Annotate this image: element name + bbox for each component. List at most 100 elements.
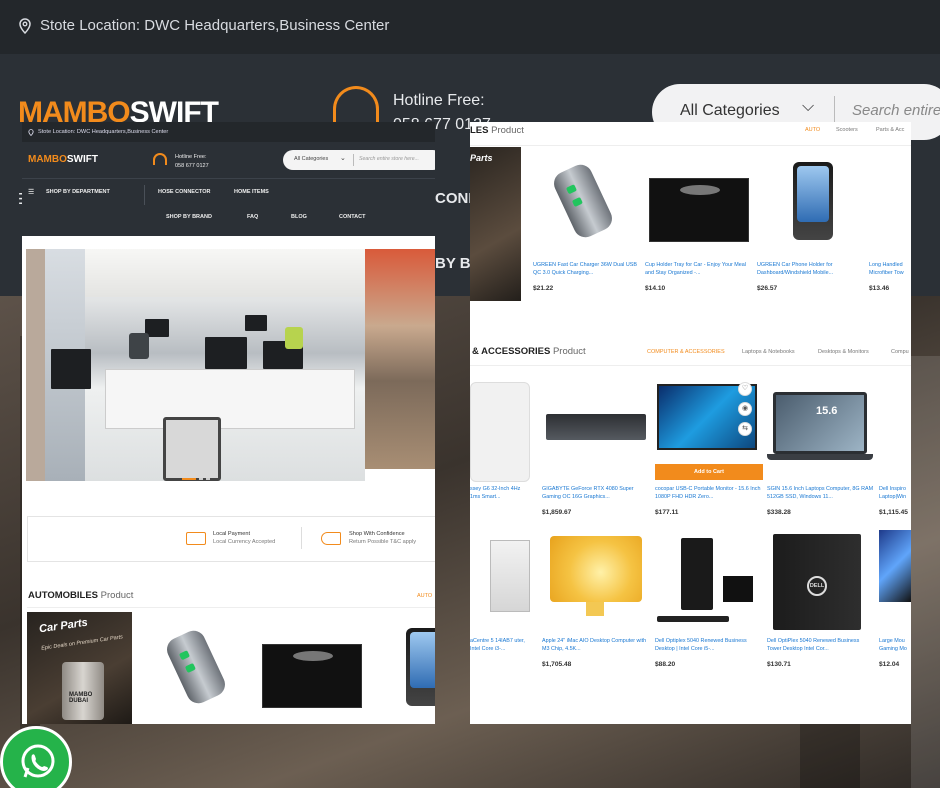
- background-category-select[interactable]: All Categories: [680, 102, 780, 120]
- product-card[interactable]: ♡ ◉ ⇆ Add to Cart cocopar USB-C Portable…: [655, 378, 763, 516]
- automobiles-section-header: LES Product AUTO Scooters Parts & Acc: [470, 122, 911, 146]
- nav-home-items[interactable]: HOME ITEMS: [234, 189, 269, 195]
- product-price: $338.28: [767, 509, 791, 516]
- nav-divider: [144, 185, 145, 205]
- laptop-screen-label: 15.6: [816, 405, 838, 417]
- nav-blog[interactable]: BLOG: [291, 214, 307, 220]
- tab-computer-accessories[interactable]: COMPUTER & ACCESSORIES: [647, 349, 725, 355]
- product-card[interactable]: ssey G6 32-Inch 4Hz 1ms Smart...: [470, 378, 530, 502]
- product-name[interactable]: ssey G6 32-Inch 4Hz 1ms Smart...: [470, 486, 530, 502]
- tab-parts[interactable]: Parts & Acc: [876, 127, 904, 133]
- slider-dot[interactable]: [182, 478, 196, 480]
- tab-scooters[interactable]: Scooters: [836, 127, 858, 133]
- product-name[interactable]: cocopar USB-C Portable Monitor - 15.6 In…: [655, 486, 763, 502]
- product-card[interactable]: DELL Dell OptiPlex 5040 Renewed Business…: [767, 530, 875, 668]
- smart-monitor-image: [470, 382, 530, 482]
- background-search-input[interactable]: Search entire: [852, 102, 940, 119]
- search-input[interactable]: Search entire store here...: [359, 156, 419, 162]
- product-name[interactable]: aCentre 5 14IAB7 uter, Intel Core i3-...: [470, 638, 530, 654]
- product-name[interactable]: Dell Inspiro Laptop|Win: [879, 486, 911, 502]
- product-image[interactable]: DELL: [767, 530, 875, 632]
- category-select[interactable]: All Categories: [294, 156, 328, 162]
- car-parts-banner[interactable]: Parts: [470, 147, 521, 301]
- nav-faq[interactable]: FAQ: [247, 214, 258, 220]
- tab-computer[interactable]: Compu: [891, 349, 909, 355]
- compare-icon[interactable]: ⇆: [738, 422, 752, 436]
- search-bar[interactable]: All Categories ⌄ Search entire store her…: [283, 150, 435, 170]
- product-image[interactable]: [879, 530, 911, 632]
- product-image[interactable]: [869, 154, 911, 256]
- product-price: $1,115.45: [879, 509, 908, 516]
- tab-desktops[interactable]: Desktops & Monitors: [818, 349, 869, 355]
- logo[interactable]: MAMBOSWIFT: [28, 154, 98, 165]
- office-slide-image: [45, 249, 365, 481]
- product-card[interactable]: [370, 620, 435, 722]
- product-image[interactable]: [879, 378, 911, 480]
- product-card[interactable]: aCentre 5 14IAB7 uter, Intel Core i3-...: [470, 530, 530, 654]
- product-image[interactable]: [655, 530, 763, 632]
- nav-contact[interactable]: CONTACT: [339, 214, 365, 220]
- product-image[interactable]: [370, 620, 435, 722]
- product-name[interactable]: UGREEN Car Phone Holder for Dashboard/Wi…: [757, 262, 865, 278]
- heart-icon[interactable]: ♡: [738, 382, 752, 396]
- product-name[interactable]: GIGABYTE GeForce RTX 4080 Super Gaming O…: [542, 486, 650, 502]
- product-image[interactable]: [470, 378, 530, 482]
- menu-icon[interactable]: ☰: [28, 188, 34, 196]
- slider-dot[interactable]: [199, 478, 203, 480]
- product-name[interactable]: SGIN 15.6 Inch Laptops Computer, 8G RAM …: [767, 486, 875, 502]
- product-card[interactable]: [146, 620, 254, 722]
- product-name[interactable]: Apple 24" iMac AIO Desktop Computer with…: [542, 638, 650, 654]
- product-image[interactable]: ♡ ◉ ⇆ Add to Cart: [655, 378, 763, 480]
- product-name[interactable]: UGREEN Fast Car Charger 36W Dual USB QC …: [533, 262, 641, 278]
- product-name[interactable]: Dell Optiplex 5040 Renewed Business Desk…: [655, 638, 763, 654]
- background-hotline-label: Hotline Free:: [393, 92, 485, 109]
- nav-shop-by-department[interactable]: SHOP BY DEPARTMENT: [46, 189, 110, 195]
- handshake-icon: [321, 532, 341, 545]
- hero-slider[interactable]: [22, 236, 435, 502]
- product-card[interactable]: 15.6 SGIN 15.6 Inch Laptops Computer, 8G…: [767, 378, 875, 516]
- product-card[interactable]: UGREEN Fast Car Charger 36W Dual USB QC …: [533, 154, 641, 292]
- product-price: $88.20: [655, 661, 676, 668]
- add-to-cart-button[interactable]: Add to Cart: [655, 464, 763, 480]
- car-parts-banner[interactable]: Car Parts Epic Deals on Premium Car Part…: [27, 612, 132, 724]
- eye-icon[interactable]: ◉: [738, 402, 752, 416]
- monitor-image: [723, 576, 753, 602]
- automobiles-heading: AUTOMOBILES Product: [28, 590, 133, 601]
- product-card[interactable]: Dell Optiplex 5040 Renewed Business Desk…: [655, 530, 763, 668]
- product-card[interactable]: UGREEN Car Phone Holder for Dashboard/Wi…: [757, 154, 865, 292]
- slider-dots[interactable]: [182, 478, 210, 480]
- product-card[interactable]: Apple 24" iMac AIO Desktop Computer with…: [542, 530, 650, 668]
- tab-auto[interactable]: AUTO: [805, 127, 820, 133]
- whatsapp-button[interactable]: [0, 726, 72, 788]
- product-card[interactable]: Cup Holder Tray for Car - Enjoy Your Mea…: [645, 154, 753, 292]
- product-image[interactable]: [146, 620, 254, 722]
- product-name[interactable]: Long Handled Microfiber Tow: [869, 262, 911, 278]
- tab-laptops[interactable]: Laptops & Notebooks: [742, 349, 795, 355]
- product-image[interactable]: [645, 154, 753, 256]
- office-ceiling: [45, 249, 365, 297]
- product-image[interactable]: [542, 530, 650, 632]
- product-card[interactable]: Long Handled Microfiber Tow $13.46: [869, 154, 911, 292]
- product-name[interactable]: Large Mou Gaming Mo: [879, 638, 911, 654]
- office-desk: [105, 369, 355, 429]
- product-name[interactable]: Dell OptiPlex 5040 Renewed Business Towe…: [767, 638, 875, 654]
- nav-shop-by-brand[interactable]: SHOP BY BRAND: [166, 214, 212, 220]
- product-image[interactable]: [757, 154, 865, 256]
- nav-hose-connector[interactable]: HOSE CONNECTOR: [158, 189, 210, 195]
- product-price: $12.04: [879, 661, 900, 668]
- heading-rest: Product: [552, 346, 586, 357]
- product-image[interactable]: [533, 154, 641, 256]
- product-image[interactable]: [470, 530, 530, 632]
- product-image[interactable]: 15.6: [767, 378, 875, 480]
- product-card[interactable]: [258, 620, 366, 722]
- product-image[interactable]: [542, 378, 650, 480]
- product-card[interactable]: Large Mou Gaming Mo $12.04: [879, 530, 911, 668]
- tab-auto[interactable]: AUTO: [417, 593, 432, 599]
- features-bar: Local Payment Local Currency Accepted Sh…: [27, 516, 435, 562]
- product-card[interactable]: Dell Inspiro Laptop|Win $1,115.45: [879, 378, 911, 516]
- product-image[interactable]: [258, 620, 366, 722]
- product-card[interactable]: GIGABYTE GeForce RTX 4080 Super Gaming O…: [542, 378, 650, 516]
- slider-dot[interactable]: [206, 478, 210, 480]
- product-name[interactable]: Cup Holder Tray for Car - Enjoy Your Mea…: [645, 262, 753, 278]
- graphics-card-image: [546, 414, 646, 440]
